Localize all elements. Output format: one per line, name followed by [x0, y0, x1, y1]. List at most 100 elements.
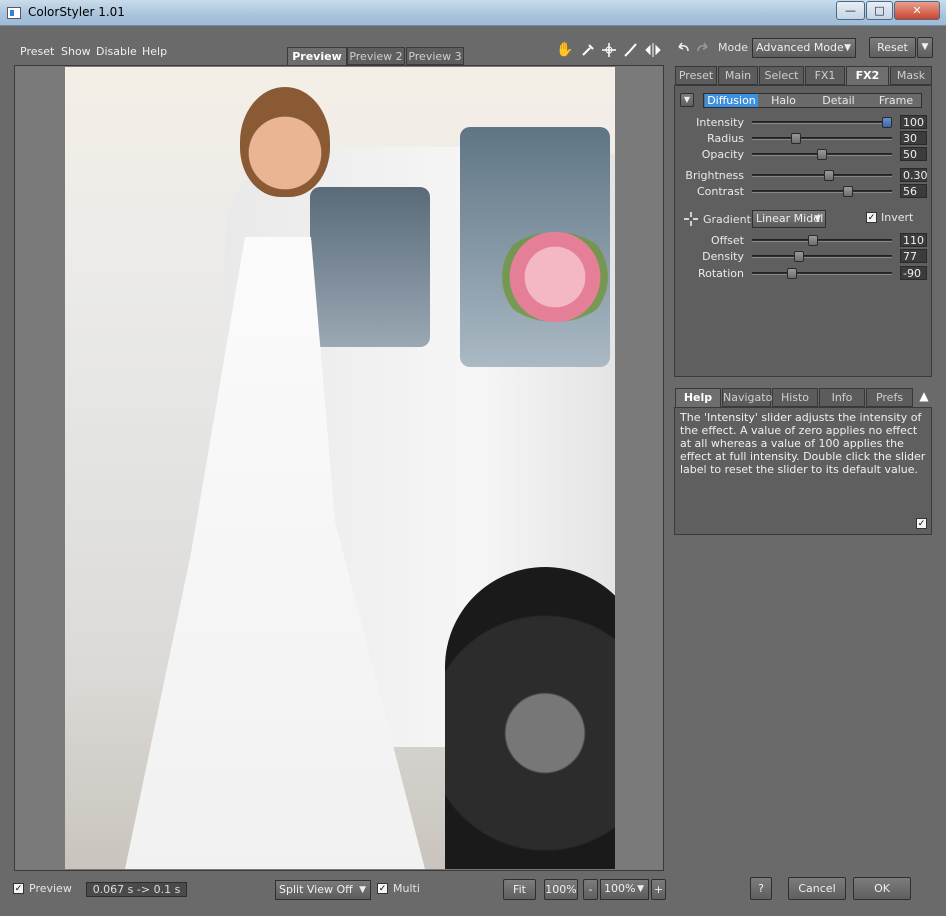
mode-dropdown[interactable]: Advanced Mode ▼ — [752, 38, 856, 58]
title-bar — [0, 0, 946, 26]
tab-preset[interactable]: Preset — [675, 66, 717, 85]
maximize-button[interactable]: □ — [866, 1, 893, 20]
tab-help[interactable]: Help — [675, 388, 721, 407]
zoom-value: 100% — [604, 882, 636, 895]
help-button[interactable]: ? — [750, 877, 772, 900]
multi-checkbox[interactable]: ✓ — [377, 883, 388, 894]
radius-label[interactable]: Radius — [674, 132, 744, 145]
tab-histo[interactable]: Histo — [772, 388, 818, 407]
preview-photo — [65, 67, 615, 869]
rotation-slider[interactable] — [752, 272, 892, 275]
brightness-slider[interactable] — [752, 174, 892, 177]
subtab-halo[interactable]: Halo — [760, 94, 807, 107]
zoom-100-button[interactable]: 100% — [544, 879, 578, 900]
offset-slider[interactable] — [752, 239, 892, 242]
chevron-down-icon: ▼ — [814, 214, 821, 224]
intensity-slider[interactable] — [752, 121, 892, 124]
density-value-field[interactable]: 77 — [900, 249, 927, 263]
intensity-slider-thumb[interactable] — [882, 117, 892, 128]
opacity-label[interactable]: Opacity — [674, 148, 744, 161]
window-title: ColorStyler 1.01 — [28, 5, 125, 19]
invert-checkbox[interactable]: ✓ — [866, 212, 877, 223]
invert-label: Invert — [881, 211, 914, 224]
contrast-value-field[interactable]: 56 — [900, 184, 927, 198]
collapse-up-icon[interactable]: ▲ — [917, 389, 931, 403]
tab-mask[interactable]: Mask — [890, 66, 932, 85]
tab-preview-1[interactable]: Preview 1 — [287, 47, 347, 81]
fit-button[interactable]: Fit — [503, 879, 536, 900]
ok-button[interactable]: OK — [853, 877, 911, 900]
multi-label: Multi — [393, 882, 420, 895]
offset-label[interactable]: Offset — [674, 234, 744, 247]
opacity-value-field[interactable]: 50 — [900, 147, 927, 161]
split-view-dropdown[interactable]: Split View Off ▼ — [275, 880, 371, 900]
timing-display: 0.067 s -> 0.1 s — [86, 882, 187, 897]
tab-fx2[interactable]: FX2 — [846, 66, 889, 85]
help-checkbox[interactable]: ✓ — [916, 518, 927, 529]
offset-value-field[interactable]: 110 — [900, 233, 927, 247]
menu-preset[interactable]: Preset — [20, 45, 54, 58]
subtab-detail[interactable]: Detail — [812, 94, 865, 107]
tab-navigator[interactable]: Navigator — [722, 388, 777, 407]
intensity-value-field[interactable]: 100 — [900, 115, 927, 129]
brightness-label[interactable]: Brightness — [674, 169, 744, 182]
tab-main[interactable]: Main — [718, 66, 758, 85]
radius-value-field[interactable]: 30 — [900, 131, 927, 145]
hand-icon[interactable]: ✋ — [556, 42, 573, 58]
tab-preview-2[interactable]: Preview 2 — [347, 47, 405, 65]
crosshair-icon[interactable] — [601, 42, 617, 58]
help-text: The 'Intensity' slider adjusts the inten… — [680, 411, 926, 476]
zoom-dropdown[interactable]: 100% ▼ — [600, 879, 649, 900]
undo-icon[interactable] — [676, 40, 690, 54]
rotation-slider-thumb[interactable] — [787, 268, 797, 279]
preview-label: Preview — [29, 882, 72, 895]
radius-slider[interactable] — [752, 137, 892, 140]
tab-info[interactable]: Info — [819, 388, 865, 407]
reset-button[interactable]: Reset — [869, 37, 916, 58]
rotation-label[interactable]: Rotation — [674, 267, 744, 280]
split-compare-icon[interactable] — [645, 42, 661, 58]
gradient-crosshair-icon[interactable] — [683, 211, 699, 227]
minimize-button[interactable]: — — [836, 1, 865, 20]
chevron-down-icon: ▼ — [359, 885, 366, 895]
tab-preview-3[interactable]: Preview 3 — [406, 47, 464, 65]
contrast-label[interactable]: Contrast — [674, 185, 744, 198]
split-view-value: Split View Off — [279, 883, 353, 896]
cancel-button[interactable]: Cancel — [788, 877, 846, 900]
density-label[interactable]: Density — [674, 250, 744, 263]
contrast-slider[interactable] — [752, 190, 892, 193]
menu-show[interactable]: Show — [61, 45, 91, 58]
density-slider-thumb[interactable] — [794, 251, 804, 262]
brush-icon[interactable] — [623, 42, 639, 58]
chevron-down-icon: ▼ — [844, 43, 851, 53]
gradient-label: Gradient — [703, 213, 751, 226]
fx-menu-button[interactable]: ▼ — [680, 93, 694, 107]
brightness-slider-thumb[interactable] — [824, 170, 834, 181]
zoom-out-button[interactable]: - — [583, 879, 598, 900]
intensity-label[interactable]: Intensity — [674, 116, 744, 129]
menu-help[interactable]: Help — [142, 45, 167, 58]
tab-fx1[interactable]: FX1 — [805, 66, 845, 85]
radius-slider-thumb[interactable] — [791, 133, 801, 144]
menu-disable[interactable]: Disable — [96, 45, 137, 58]
contrast-slider-thumb[interactable] — [843, 186, 853, 197]
redo-icon[interactable] — [696, 40, 710, 54]
tab-prefs[interactable]: Prefs — [866, 388, 913, 407]
brightness-value-field[interactable]: 0.30 — [900, 168, 928, 182]
chevron-down-icon: ▼ — [637, 884, 644, 894]
subtab-frame[interactable]: Frame — [870, 94, 922, 107]
density-slider[interactable] — [752, 255, 892, 258]
opacity-slider-thumb[interactable] — [817, 149, 827, 160]
reset-menu-button[interactable]: ▼ — [917, 37, 933, 58]
rotation-value-field[interactable]: -90 — [900, 266, 927, 280]
close-button[interactable]: ✕ — [894, 1, 940, 20]
subtab-diffusion[interactable]: Diffusion — [705, 94, 758, 107]
eyedropper-icon[interactable] — [580, 42, 596, 58]
mode-value: Advanced Mode — [756, 41, 844, 54]
preview-checkbox[interactable]: ✓ — [13, 883, 24, 894]
gradient-dropdown[interactable]: Linear Middl ▼ — [752, 210, 826, 228]
mode-label: Mode — [718, 41, 748, 54]
zoom-in-button[interactable]: + — [651, 879, 666, 900]
tab-select[interactable]: Select — [759, 66, 804, 85]
offset-slider-thumb[interactable] — [808, 235, 818, 246]
